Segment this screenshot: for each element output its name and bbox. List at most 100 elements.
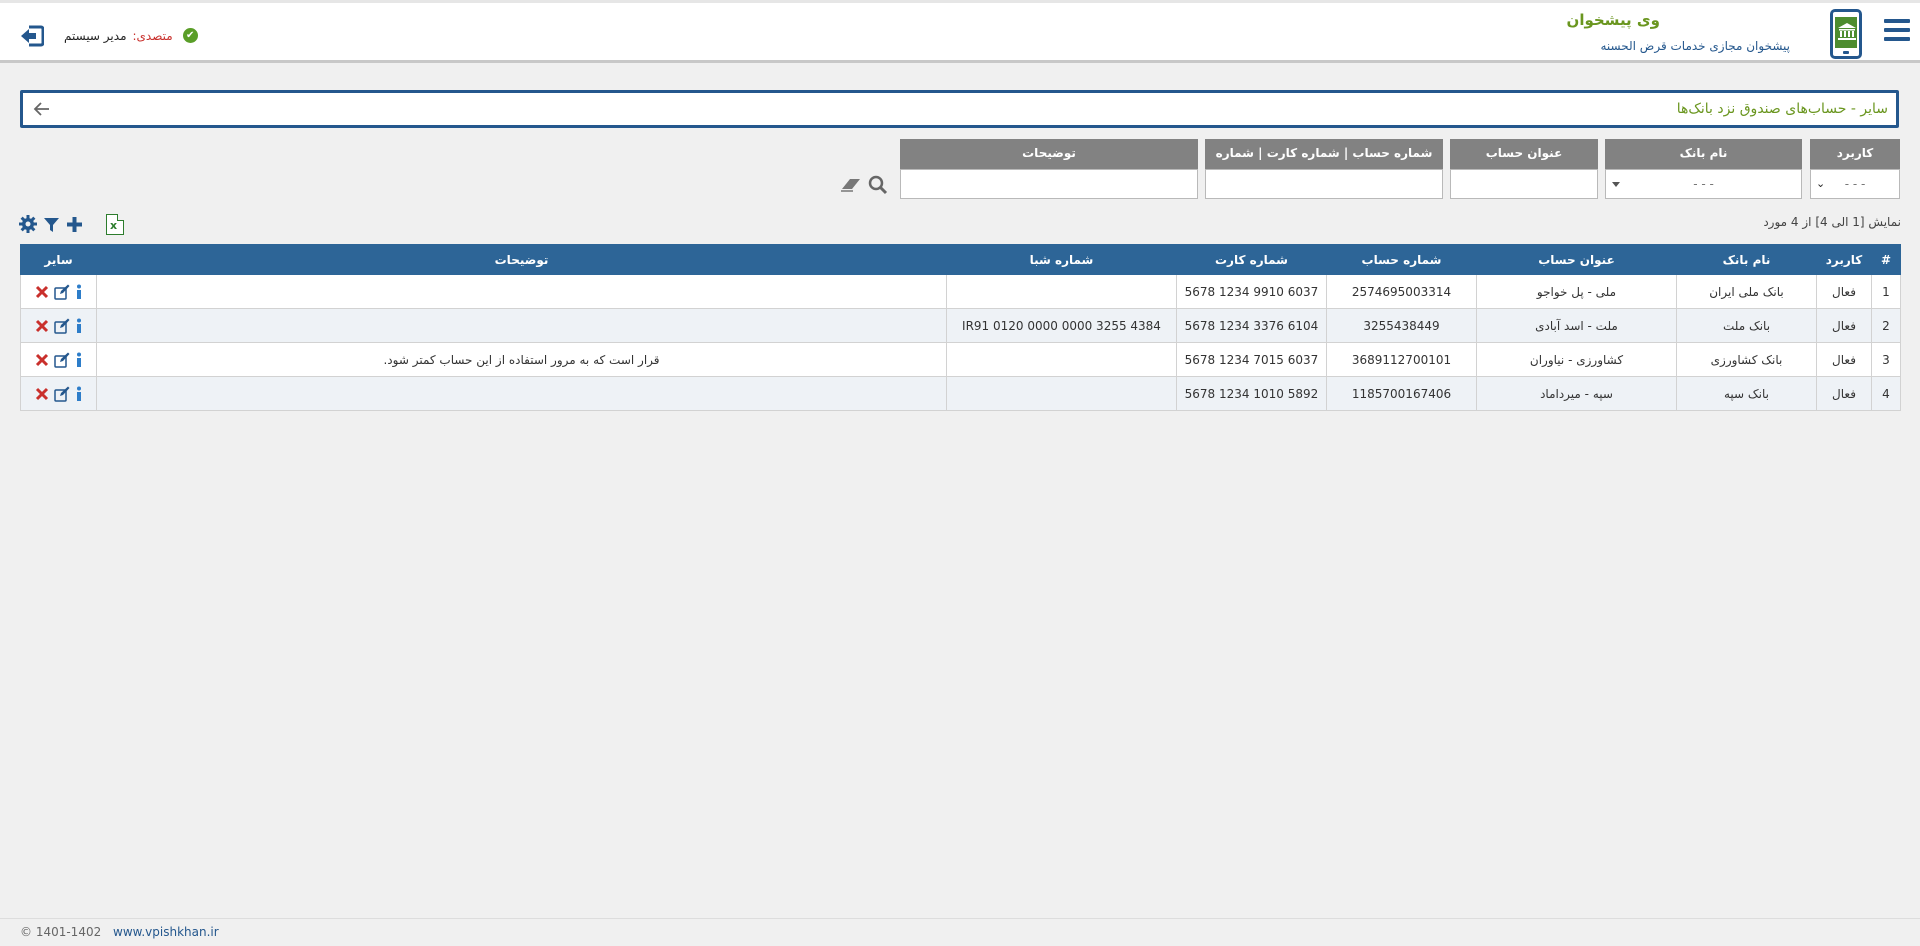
cell-bank: بانک ملت bbox=[1676, 308, 1817, 343]
cell-account: 3255438449 bbox=[1326, 308, 1477, 343]
logout-icon[interactable] bbox=[20, 25, 45, 50]
filter-account-title-label: عنوان حساب bbox=[1450, 139, 1598, 169]
user-info: ✔ متصدی: مدیر سیستم bbox=[64, 28, 198, 43]
edit-icon[interactable] bbox=[53, 386, 70, 402]
table-toolbar bbox=[19, 215, 83, 236]
cell-actions bbox=[20, 308, 97, 343]
filter-icon[interactable] bbox=[43, 216, 60, 236]
cell-desc bbox=[96, 308, 947, 343]
cell-title: سپه - میرداماد bbox=[1476, 376, 1677, 411]
accounts-table: # کاربرد نام بانک عنوان حساب شماره حساب … bbox=[20, 244, 1901, 411]
excel-icon[interactable]: x bbox=[106, 214, 124, 235]
settings-icon[interactable] bbox=[19, 215, 37, 236]
filter-description-label: توضیحات bbox=[900, 139, 1198, 169]
cell-usage: فعال bbox=[1816, 342, 1872, 377]
edit-icon[interactable] bbox=[53, 284, 70, 300]
filter-usage-select[interactable]: - - - ⌄ bbox=[1810, 169, 1900, 199]
showing-count: نمایش [1 الی 4] از 4 مورد bbox=[1763, 215, 1901, 229]
cell-account: 1185700167406 bbox=[1326, 376, 1477, 411]
info-icon[interactable] bbox=[75, 318, 83, 334]
cell-bank: بانک ملی ایران bbox=[1676, 274, 1817, 309]
cell-desc: قرار است که به مرور استفاده از این حساب … bbox=[96, 342, 947, 377]
user-label: متصدی: bbox=[132, 28, 173, 43]
cell-actions bbox=[20, 376, 97, 411]
table-row[interactable]: 4 فعال بانک سپه سپه - میرداماد 118570016… bbox=[20, 376, 1901, 411]
filter-account-title: عنوان حساب bbox=[1450, 139, 1598, 199]
cell-bank: بانک سپه bbox=[1676, 376, 1817, 411]
back-arrow-icon[interactable] bbox=[33, 100, 51, 121]
filter-bank-select[interactable]: - - - bbox=[1605, 169, 1802, 199]
col-bank[interactable]: نام بانک bbox=[1676, 244, 1817, 275]
cell-index: 3 bbox=[1871, 342, 1901, 377]
page-title: سایر - حساب‌های صندوق نزد بانک‌ها bbox=[1676, 101, 1888, 117]
brand-title: وی پیشخوان bbox=[1566, 11, 1660, 29]
info-icon[interactable] bbox=[75, 284, 83, 300]
cell-iban bbox=[946, 376, 1177, 411]
app-header: وی پیشخوان پیشخوان مجازی خدمات قرض الحسن… bbox=[0, 0, 1920, 63]
table-row[interactable]: 3 فعال بانک کشاورزی کشاورزی - نیاوران 36… bbox=[20, 342, 1901, 377]
cell-card: 5892 1010 1234 5678 bbox=[1176, 376, 1327, 411]
add-icon[interactable] bbox=[66, 216, 83, 236]
col-card[interactable]: شماره کارت bbox=[1176, 244, 1327, 275]
cell-iban bbox=[946, 342, 1177, 377]
table-header-row: # کاربرد نام بانک عنوان حساب شماره حساب … bbox=[20, 244, 1901, 275]
table-row[interactable]: 1 فعال بانک ملی ایران ملی - پل خواجو 257… bbox=[20, 274, 1901, 309]
cell-desc bbox=[96, 376, 947, 411]
delete-icon[interactable] bbox=[35, 285, 49, 299]
cell-card: 6037 7015 1234 5678 bbox=[1176, 342, 1327, 377]
filter-numbers: شماره حساب | شماره کارت | شماره شبا bbox=[1205, 139, 1443, 199]
search-tools bbox=[840, 175, 888, 198]
brand-subtitle: پیشخوان مجازی خدمات قرض الحسنه bbox=[1600, 39, 1791, 53]
filter-description-input[interactable] bbox=[900, 169, 1198, 199]
cell-account: 2574695003314 bbox=[1326, 274, 1477, 309]
delete-icon[interactable] bbox=[35, 353, 49, 367]
website-link[interactable]: www.vpishkhan.ir bbox=[113, 925, 219, 939]
col-title[interactable]: عنوان حساب bbox=[1476, 244, 1677, 275]
filter-description: توضیحات bbox=[900, 139, 1198, 199]
info-icon[interactable] bbox=[75, 386, 83, 402]
cell-usage: فعال bbox=[1816, 274, 1872, 309]
cell-iban: IR91 0120 0000 0000 3255 4384 bbox=[946, 308, 1177, 343]
footer: © 1401-1402 www.vpishkhan.ir bbox=[0, 918, 1920, 946]
cell-iban bbox=[946, 274, 1177, 309]
cell-title: ملی - پل خواجو bbox=[1476, 274, 1677, 309]
col-index[interactable]: # bbox=[1871, 244, 1901, 275]
copyright: © 1401-1402 bbox=[20, 925, 102, 939]
delete-icon[interactable] bbox=[35, 319, 49, 333]
info-icon[interactable] bbox=[75, 352, 83, 368]
col-account[interactable]: شماره حساب bbox=[1326, 244, 1477, 275]
bank-logo-icon bbox=[1830, 9, 1862, 59]
edit-icon[interactable] bbox=[53, 352, 70, 368]
cell-title: ملت - اسد آبادی bbox=[1476, 308, 1677, 343]
check-circle-icon: ✔ bbox=[182, 28, 198, 43]
cell-desc bbox=[96, 274, 947, 309]
col-other: سایر bbox=[20, 244, 97, 275]
search-icon[interactable] bbox=[868, 175, 888, 198]
cell-card: 6037 9910 1234 5678 bbox=[1176, 274, 1327, 309]
col-desc[interactable]: توضیحات bbox=[96, 244, 947, 275]
cell-actions bbox=[20, 274, 97, 309]
eraser-icon[interactable] bbox=[840, 175, 862, 198]
filter-usage: کاربرد - - - ⌄ bbox=[1810, 139, 1900, 199]
cell-card: 6104 3376 1234 5678 bbox=[1176, 308, 1327, 343]
cell-index: 2 bbox=[1871, 308, 1901, 343]
edit-icon[interactable] bbox=[53, 318, 70, 334]
filter-bank: نام بانک - - - bbox=[1605, 139, 1802, 199]
table-row[interactable]: 2 فعال بانک ملت ملت - اسد آبادی 32554384… bbox=[20, 308, 1901, 343]
col-iban[interactable]: شماره شبا bbox=[946, 244, 1177, 275]
cell-account: 3689112700101 bbox=[1326, 342, 1477, 377]
delete-icon[interactable] bbox=[35, 387, 49, 401]
cell-usage: فعال bbox=[1816, 308, 1872, 343]
filter-numbers-label: شماره حساب | شماره کارت | شماره شبا bbox=[1205, 139, 1443, 188]
filter-bank-label: نام بانک bbox=[1605, 139, 1802, 169]
cell-index: 1 bbox=[1871, 274, 1901, 309]
cell-actions bbox=[20, 342, 97, 377]
filter-account-title-input[interactable] bbox=[1450, 169, 1598, 199]
menu-icon[interactable] bbox=[1884, 19, 1910, 41]
user-name: مدیر سیستم bbox=[64, 28, 127, 43]
col-usage[interactable]: کاربرد bbox=[1816, 244, 1872, 275]
filter-numbers-input[interactable] bbox=[1205, 169, 1443, 199]
cell-index: 4 bbox=[1871, 376, 1901, 411]
page-title-bar: سایر - حساب‌های صندوق نزد بانک‌ها bbox=[20, 90, 1899, 128]
cell-bank: بانک کشاورزی bbox=[1676, 342, 1817, 377]
